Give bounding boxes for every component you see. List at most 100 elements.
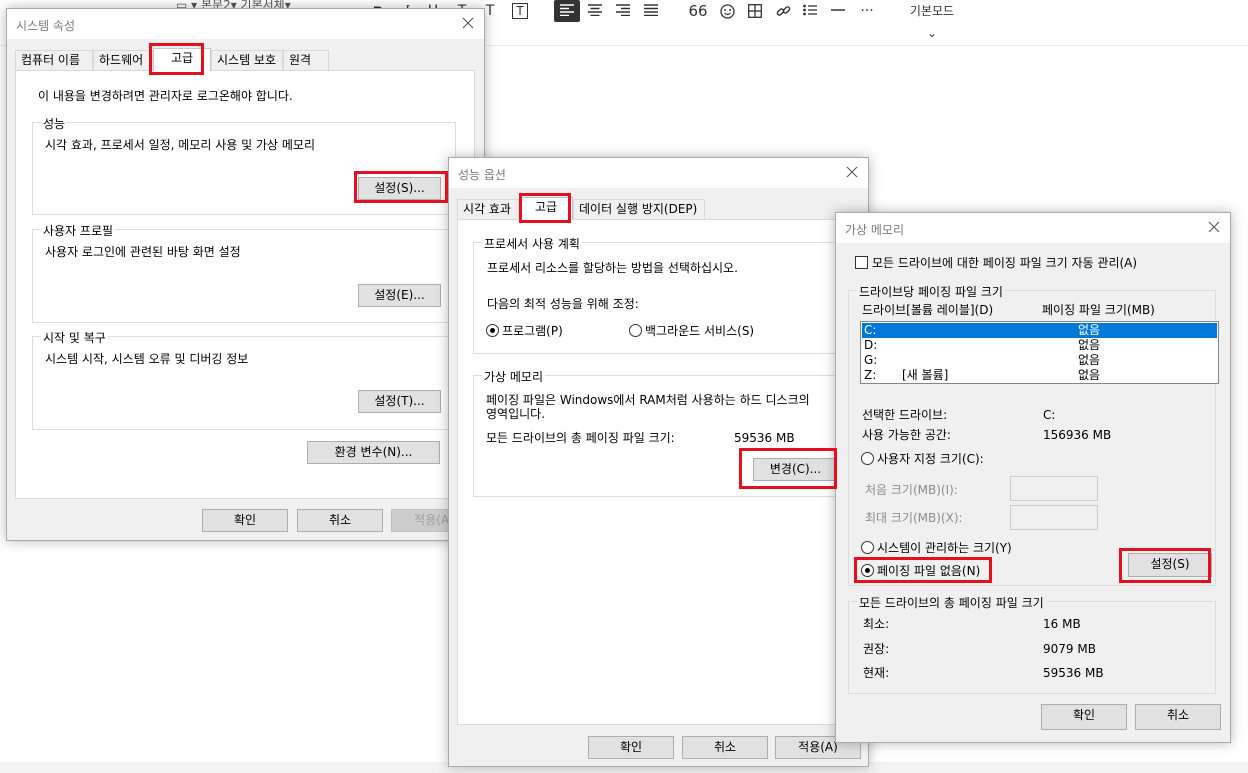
custom-size-label: 사용자 지정 크기(C): <box>877 452 984 466</box>
tab-visual-effects[interactable]: 시각 효과 <box>457 199 519 219</box>
adjust-label: 다음의 최적 성능을 위해 조정: <box>487 297 639 311</box>
custom-size-radio[interactable]: 사용자 지정 크기(C): <box>861 452 984 466</box>
tab-advanced[interactable]: 고급 <box>153 48 211 71</box>
horizontal-line-button[interactable] <box>828 0 848 22</box>
more-button[interactable]: ··· <box>855 0 879 22</box>
current-value: 59536 MB <box>1043 666 1104 680</box>
group-label: 프로세서 사용 계획 <box>482 235 582 252</box>
per-drive-group: 드라이브당 페이징 파일 크기 드라이브[볼륨 레이블](D) 페이징 파일 크… <box>848 283 1219 586</box>
list-item[interactable]: C: 없음 <box>862 323 1217 338</box>
environment-variables-button[interactable]: 환경 변수(N)... <box>307 441 440 464</box>
ok-button[interactable]: 확인 <box>588 736 674 759</box>
close-icon[interactable] <box>844 164 860 180</box>
paging-size: 없음 <box>1078 368 1101 382</box>
drive-letter: D: <box>864 338 878 352</box>
table-button[interactable] <box>745 0 765 22</box>
tab-system-protection[interactable]: 시스템 보호 <box>211 50 283 70</box>
performance-settings-button[interactable]: 설정(S)... <box>358 177 441 200</box>
programs-radio[interactable]: 프로그램(P) <box>486 324 563 338</box>
ok-button[interactable]: 확인 <box>1041 704 1127 730</box>
quote-button[interactable]: 66 <box>688 0 708 22</box>
tab-strip: 시각 효과 고급 데이터 실행 방지(DEP) <box>457 197 861 220</box>
radio-dot <box>861 452 874 465</box>
titlebar: 시스템 속성 <box>7 9 484 39</box>
editor-mode-select[interactable]: 기본모드 ⌄ <box>906 0 958 40</box>
bullet-list-icon <box>803 4 817 16</box>
group-label: 성능 <box>41 115 68 132</box>
align-justify-button[interactable] <box>641 0 661 22</box>
list-item[interactable]: D: 없음 <box>862 338 1217 353</box>
group-description: 시스템 시작, 시스템 오류 및 디버깅 정보 <box>45 352 249 366</box>
radio-dot <box>861 541 874 554</box>
initial-size-input[interactable] <box>1010 476 1098 501</box>
emoticon-button[interactable] <box>717 0 737 22</box>
titlebar: 가상 메모리 <box>836 213 1230 243</box>
group-label: 사용자 프로필 <box>41 222 116 239</box>
checkbox-box <box>855 256 868 269</box>
virtual-memory-group: 가상 메모리 페이징 파일은 Windows에서 RAM처럼 사용하는 하드 디… <box>473 368 847 497</box>
no-paging-file-label: 페이징 파일 없음(N) <box>877 564 981 578</box>
align-justify-icon <box>644 4 658 16</box>
list-item[interactable]: Z: [새 볼륨] 없음 <box>862 368 1217 383</box>
group-label: 시작 및 복구 <box>41 329 108 346</box>
background-services-label: 백그라운드 서비스(S) <box>645 324 755 338</box>
advanced-tab-panel: 이 내용을 변경하려면 관리자로 로그온해야 합니다. 성능 시각 효과, 프로… <box>15 70 475 499</box>
bullet-list-button[interactable] <box>800 0 820 22</box>
tab-advanced[interactable]: 고급 <box>519 197 573 220</box>
radio-dot <box>486 324 499 337</box>
tab-hardware[interactable]: 하드웨어 <box>93 50 153 70</box>
admin-note: 이 내용을 변경하려면 관리자로 로그온해야 합니다. <box>38 89 293 103</box>
virtual-memory-description-1: 페이징 파일은 Windows에서 RAM처럼 사용하는 하드 디스크의 <box>486 393 810 407</box>
drive-listbox[interactable]: C: 없음 D: 없음 G: 없음 Z: [새 볼륨] 없음 <box>860 321 1219 384</box>
tab-strip: 컴퓨터 이름 하드웨어 고급 시스템 보호 원격 <box>15 48 475 71</box>
ok-button[interactable]: 확인 <box>202 509 288 532</box>
scheduling-description: 프로세서 리소스를 할당하는 방법을 선택하십시오. <box>487 261 738 275</box>
tab-remote[interactable]: 원격 <box>283 50 329 70</box>
text-background-button[interactable]: T <box>510 0 530 22</box>
drive-letter: C: <box>864 323 877 337</box>
drive-letter: Z: <box>864 368 877 382</box>
recommended-label: 권장: <box>863 642 890 656</box>
startup-recovery-settings-button[interactable]: 설정(T)... <box>358 390 441 413</box>
free-space-value: 156936 MB <box>1043 428 1112 442</box>
set-button[interactable]: 설정(S) <box>1128 553 1212 577</box>
horizontal-line-icon <box>831 9 845 11</box>
cancel-button[interactable]: 취소 <box>682 736 768 759</box>
max-size-input[interactable] <box>1010 505 1098 530</box>
user-profiles-settings-button[interactable]: 설정(E)... <box>358 284 441 307</box>
smiley-icon <box>719 4 735 19</box>
window-title: 가상 메모리 <box>845 223 905 237</box>
selected-drive-value: C: <box>1043 408 1056 422</box>
advanced-tab-panel: 프로세서 사용 계획 프로세서 리소스를 할당하는 방법을 선택하십시오. 다음… <box>457 219 861 725</box>
performance-options-window: 성능 옵션 시각 효과 고급 데이터 실행 방지(DEP) 프로세서 사용 계획… <box>448 157 869 767</box>
cancel-button[interactable]: 취소 <box>297 509 383 532</box>
list-item[interactable]: G: 없음 <box>862 353 1217 368</box>
background-services-radio[interactable]: 백그라운드 서비스(S) <box>629 324 754 338</box>
close-icon[interactable] <box>1206 219 1222 235</box>
group-description: 사용자 로그인에 관련된 바탕 화면 설정 <box>45 245 241 259</box>
paging-size: 없음 <box>1078 323 1101 337</box>
tab-computer-name[interactable]: 컴퓨터 이름 <box>15 50 93 70</box>
size-column-header: 페이징 파일 크기(MB) <box>1042 303 1155 317</box>
editor-mode-label: 기본모드 <box>909 4 955 18</box>
align-right-button[interactable] <box>613 0 633 22</box>
align-center-icon <box>588 4 602 16</box>
max-size-label: 최대 크기(MB)(X): <box>865 511 963 525</box>
align-left-icon <box>560 4 574 16</box>
change-button[interactable]: 변경(C)... <box>753 458 838 481</box>
system-managed-radio[interactable]: 시스템이 관리하는 크기(Y) <box>861 541 1012 555</box>
tab-dep[interactable]: 데이터 실행 방지(DEP) <box>573 199 705 219</box>
startup-recovery-group: 시작 및 복구 시스템 시작, 시스템 오류 및 디버깅 정보 설정(T)... <box>32 329 456 430</box>
recommended-value: 9079 MB <box>1043 642 1096 656</box>
totals-group: 모든 드라이브의 총 페이징 파일 크기 최소: 16 MB 권장: 9079 … <box>848 594 1216 694</box>
selected-drive-label: 선택한 드라이브: <box>862 408 948 422</box>
performance-group: 성능 시각 효과, 프로세서 일정, 메모리 사용 및 가상 메모리 설정(S)… <box>32 115 456 215</box>
align-center-button[interactable] <box>585 0 605 22</box>
close-icon[interactable] <box>460 15 476 31</box>
user-profiles-group: 사용자 프로필 사용자 로그인에 관련된 바탕 화면 설정 설정(E)... <box>32 222 456 323</box>
align-left-button[interactable] <box>554 0 580 22</box>
cancel-button[interactable]: 취소 <box>1135 704 1221 730</box>
auto-manage-checkbox[interactable]: 모든 드라이브에 대한 페이징 파일 크기 자동 관리(A) <box>855 256 1137 270</box>
no-paging-file-radio[interactable]: 페이징 파일 없음(N) <box>861 564 980 578</box>
link-button[interactable] <box>773 0 793 22</box>
